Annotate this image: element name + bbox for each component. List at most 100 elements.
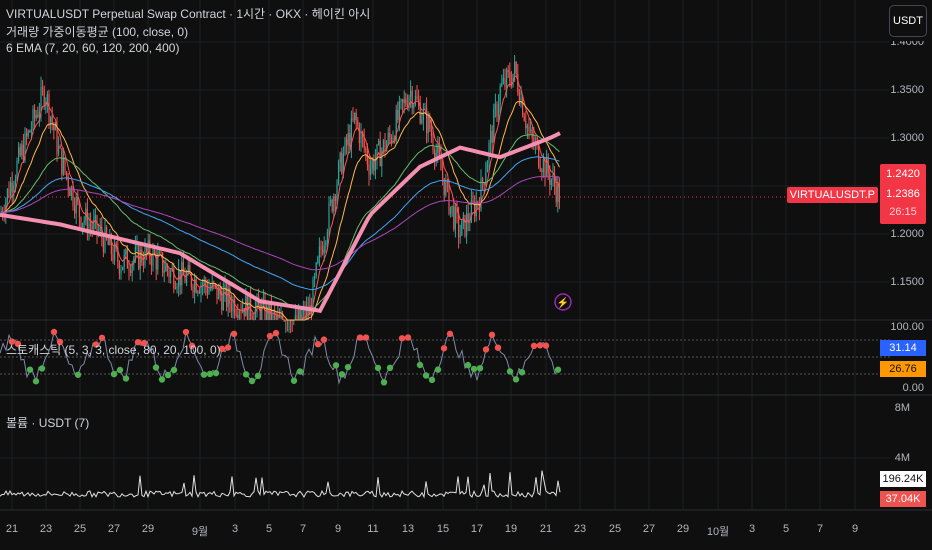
candle-body [398, 101, 400, 120]
time-tick: 13 [401, 523, 415, 535]
candle-body [80, 217, 82, 228]
currency-button[interactable]: USDT [889, 5, 927, 37]
candle-body [454, 206, 456, 230]
candle-body [539, 166, 541, 171]
candle-body [475, 201, 477, 217]
candle-body [514, 61, 516, 74]
stoch-dot [158, 376, 166, 383]
candle-body [413, 104, 415, 109]
stoch-dot [110, 370, 118, 378]
candle-body [357, 120, 359, 126]
symbol-tag: VIRTUALUSDT.P [786, 187, 878, 203]
stoch-dot [320, 336, 328, 343]
stoch-dot [386, 364, 394, 372]
lightning-icon-glyph: ⚡ [557, 296, 569, 309]
candle-body [158, 251, 160, 254]
stoch-dot [296, 368, 304, 375]
candle-body [112, 253, 114, 261]
volume-ma-tag: 37.04K [880, 491, 926, 507]
ema-legend[interactable]: 6 EMA (7, 20, 60, 120, 200, 400) [6, 41, 179, 55]
candle-body [125, 249, 127, 255]
price-chart[interactable]: ⚡ [0, 0, 932, 550]
time-tick: 29 [676, 523, 690, 535]
candle-body [320, 246, 322, 250]
candle-body [336, 183, 338, 201]
candle-body [358, 125, 360, 144]
candle-body [29, 130, 31, 133]
time-tick: 23 [39, 523, 53, 535]
candle-body [10, 182, 12, 197]
time-tick: 25 [73, 523, 87, 535]
candle-body [530, 129, 532, 131]
candle-body [298, 309, 300, 320]
candle-body [197, 291, 199, 293]
candle-body [366, 151, 368, 165]
candle-body [160, 251, 162, 253]
candle-body [365, 148, 367, 152]
stoch-dot [512, 376, 520, 383]
candle-body [317, 257, 319, 264]
candle-body [379, 140, 381, 167]
candle-body [363, 137, 365, 149]
vwma-legend[interactable]: 거래량 가중이동평균 (100, close, 0) [6, 23, 188, 40]
candle-body [334, 196, 336, 201]
candle-body [331, 199, 333, 212]
candle-body [550, 179, 552, 185]
candle-body [549, 173, 551, 185]
stoch-dot [398, 335, 406, 342]
stoch-legend[interactable]: 스토캐스틱 (5, 3, 3, close, 80, 20, 100, 0) [6, 341, 221, 358]
volume-line [0, 470, 561, 499]
candle-body [40, 87, 42, 112]
candle-body [402, 99, 404, 103]
stoch-dot [164, 371, 172, 379]
candle-body [230, 303, 232, 312]
candle-body [187, 265, 189, 274]
stoch-dot [488, 331, 496, 339]
candle-body [346, 138, 348, 146]
stoch-dot [224, 344, 232, 351]
candle-body [486, 162, 488, 173]
stoch-dot [38, 365, 46, 372]
candle-body [216, 284, 218, 300]
candle-body [515, 61, 517, 74]
candle-body [323, 245, 325, 254]
volume-tag: 196.24K [880, 471, 926, 487]
stoch-dot [182, 328, 190, 336]
candle-body [493, 108, 495, 143]
candle-body [427, 115, 429, 134]
stoch-d-tag: 26.76 [880, 361, 926, 377]
stoch-dot [446, 330, 454, 338]
time-tick: 27 [642, 523, 656, 535]
candle-body [469, 222, 471, 224]
candle-body [51, 116, 53, 124]
volume-legend[interactable]: 볼륨 · USDT (7) [6, 414, 89, 431]
candle-body [254, 307, 256, 320]
candle-body [14, 179, 16, 186]
candle-body [389, 132, 391, 138]
time-tick: 17 [470, 523, 484, 535]
candle-body [245, 295, 247, 317]
candle-body [451, 205, 453, 207]
candle-body [522, 97, 524, 117]
volume-tick: 4M [894, 452, 910, 464]
price-tick: 1.2000 [890, 228, 924, 240]
candle-body [238, 311, 240, 318]
candle-body [552, 174, 554, 180]
candle-body [472, 200, 474, 203]
candle-body [94, 215, 96, 220]
candle-body [35, 115, 37, 119]
candle-body [432, 135, 434, 151]
candle-body [82, 222, 84, 228]
candle-body [397, 109, 399, 120]
stoch-dot [290, 377, 298, 384]
candle-body [237, 314, 239, 318]
candle-body [16, 160, 18, 180]
stoch-dot [242, 371, 250, 378]
time-tick: 15 [436, 523, 450, 535]
candle-body [37, 115, 39, 117]
time-tick: 7 [299, 523, 307, 535]
candle-body [182, 261, 184, 275]
stoch-dot [380, 379, 388, 386]
candle-body [330, 199, 332, 203]
candle-body [464, 214, 466, 236]
